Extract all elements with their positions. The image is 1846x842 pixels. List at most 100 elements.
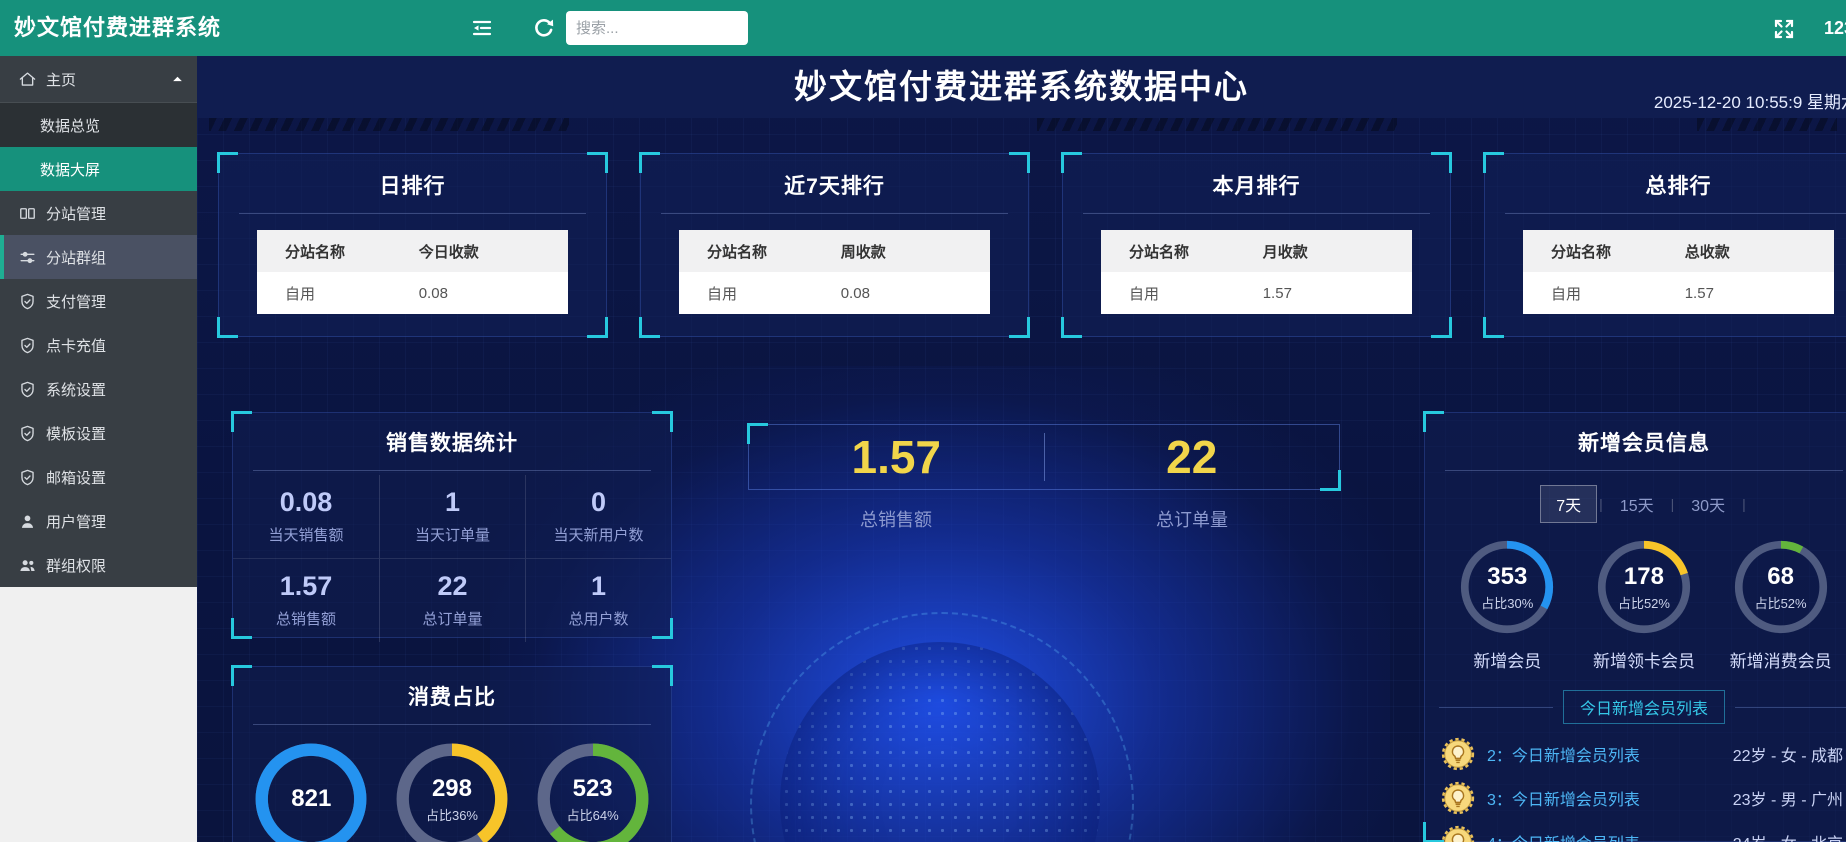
donut-ratio: 占比52% <box>1755 593 1807 612</box>
table-row: 自用0.08 <box>257 272 568 314</box>
divider <box>1445 470 1843 471</box>
member-meta: 23岁 - 男 - 广州 <box>1733 786 1846 810</box>
donut-label: 新增会员 <box>1473 647 1541 672</box>
sidebar-item-label: 主页 <box>46 69 76 90</box>
donut-ratio: 占比52% <box>1618 593 1670 612</box>
sidebar-item-home[interactable]: 主页 <box>0 56 197 103</box>
tab-30d[interactable]: 30天 <box>1676 486 1740 522</box>
member-list: 2：今日新增会员列表22岁 - 女 - 成都3：今日新增会员列表23岁 - 男 … <box>1441 732 1846 842</box>
table-row: 自用1.57 <box>1523 272 1834 314</box>
ranking-card-title: 总排行 <box>1485 170 1846 200</box>
donut-value: 68 <box>1767 563 1794 591</box>
divider <box>661 213 1008 214</box>
shield-icon <box>18 336 37 355</box>
divider <box>253 470 651 471</box>
column-header: 分站名称 <box>1523 241 1685 262</box>
sidebar-item-card-recharge[interactable]: 点卡充值 <box>0 323 197 367</box>
consume-donuts-row: 821298占比36%523占比64% <box>233 743 671 842</box>
donut-chart: 821 <box>255 743 367 842</box>
stat-cell: 22总订单量 <box>379 558 525 642</box>
app-title: 妙文馆付费进群系统 <box>14 0 221 56</box>
bulb-icon <box>1441 781 1475 815</box>
sidebar-item-label: 点卡充值 <box>46 335 106 356</box>
stat-value: 1 <box>526 571 671 602</box>
sidebar-item-payment-management[interactable]: 支付管理 <box>0 279 197 323</box>
sidebar-item-system-settings[interactable]: 系统设置 <box>0 367 197 411</box>
tab-15d[interactable]: 15天 <box>1605 486 1669 522</box>
member-list-item[interactable]: 2：今日新增会员列表22岁 - 女 - 成都 <box>1441 732 1846 776</box>
stat-label: 总用户数 <box>526 608 671 629</box>
stat-cell: 0.08当天销售额 <box>233 475 379 558</box>
fullscreen-icon[interactable] <box>1772 17 1796 41</box>
sidebar-item-email-settings[interactable]: 邮箱设置 <box>0 455 197 499</box>
table-header: 分站名称总收款 <box>1523 230 1834 272</box>
total-orders-value: 22 <box>1045 425 1340 489</box>
sidebar-item-label: 支付管理 <box>46 291 106 312</box>
ranking-card-title: 近7天排行 <box>641 170 1028 200</box>
ranking-table: 分站名称月收款自用1.57 <box>1101 230 1412 314</box>
collapse-menu-icon[interactable] <box>470 16 494 40</box>
sidebar-item-substation-groups[interactable]: 分站群组 <box>0 235 197 279</box>
cell-site-name: 自用 <box>1523 283 1685 304</box>
sales-stats-panel: 销售数据统计 0.08当天销售额1当天订单量0当天新用户数1.57总销售额22总… <box>232 412 672 638</box>
bulb-icon <box>1441 737 1475 771</box>
table-header: 分站名称今日收款 <box>257 230 568 272</box>
tab-separator: | <box>1742 496 1746 512</box>
stat-label: 总订单量 <box>380 608 525 629</box>
ranking-card-1: 近7天排行分站名称周收款自用0.08 <box>640 153 1029 337</box>
tab-separator: | <box>1671 496 1675 512</box>
column-header: 周收款 <box>841 241 990 262</box>
total-sales-label: 总销售额 <box>748 506 1044 532</box>
ranking-card-3: 总排行分站名称总收款自用1.57 <box>1484 153 1846 337</box>
chevron-up-icon[interactable] <box>171 73 184 86</box>
new-members-panel: 新增会员信息 7天|15天|30天| 353占比30%新增会员178占比52%新… <box>1424 412 1846 842</box>
globe-ring <box>750 612 1134 842</box>
member-list-item[interactable]: 4：今日新增会员列表24岁 - 女 - 北京 <box>1441 820 1846 842</box>
deco-stripes-right <box>1037 118 1397 131</box>
shield-icon <box>18 292 37 311</box>
datetime-text: 2025-12-20 10:55:9 星期六 <box>1654 88 1846 113</box>
member-text: 3：今日新增会员列表 <box>1487 786 1733 810</box>
shield-icon <box>18 424 37 443</box>
donut-value: 298 <box>432 775 472 803</box>
topbar: 妙文馆付费进群系统 123 <box>0 0 1846 56</box>
sliders-icon <box>18 248 37 267</box>
sidebar-item-data-screen[interactable]: 数据大屏 <box>0 147 197 191</box>
globe-dots <box>780 642 1100 842</box>
member-meta: 24岁 - 女 - 北京 <box>1733 830 1846 842</box>
cell-site-name: 自用 <box>1101 283 1263 304</box>
column-header: 今日收款 <box>419 241 568 262</box>
member-meta: 22岁 - 女 - 成都 <box>1733 742 1846 766</box>
donut-value: 821 <box>291 785 331 813</box>
ranking-table: 分站名称今日收款自用0.08 <box>257 230 568 314</box>
member-text: 4：今日新增会员列表 <box>1487 830 1733 842</box>
search-input[interactable] <box>566 11 748 45</box>
stat-label: 总销售额 <box>233 608 379 629</box>
member-list-header-button[interactable]: 今日新增会员列表 <box>1563 690 1725 724</box>
member-list-item[interactable]: 3：今日新增会员列表23岁 - 男 - 广州 <box>1441 776 1846 820</box>
sidebar-item-label: 用户管理 <box>46 511 106 532</box>
stat-value: 0.08 <box>233 487 379 518</box>
table-header: 分站名称周收款 <box>679 230 990 272</box>
sidebar-item-template-settings[interactable]: 模板设置 <box>0 411 197 455</box>
sidebar-item-substation-management[interactable]: 分站管理 <box>0 191 197 235</box>
divider <box>1439 707 1553 708</box>
tab-7d[interactable]: 7天 <box>1540 485 1597 523</box>
sidebar-item-label: 数据总览 <box>40 115 100 136</box>
donut-chart: 68 占比52% <box>1733 539 1829 635</box>
refresh-icon[interactable] <box>532 16 556 40</box>
sidebar-item-label: 分站管理 <box>46 203 106 224</box>
sidebar-item-group-permissions[interactable]: 群组权限 <box>0 543 197 587</box>
stat-label: 当天订单量 <box>380 524 525 545</box>
consume-ratio-panel: 消费占比 821298占比36%523占比64% <box>232 666 672 842</box>
shield-icon <box>18 380 37 399</box>
sidebar: 主页数据总览数据大屏分站管理分站群组支付管理点卡充值系统设置模板设置邮箱设置用户… <box>0 56 197 842</box>
ranking-table: 分站名称总收款自用1.57 <box>1523 230 1834 314</box>
sidebar-item-label: 系统设置 <box>46 379 106 400</box>
member-donuts-row: 353占比30%新增会员178占比52%新增领卡会员68占比52%新增消费会员 <box>1425 539 1846 672</box>
totals-box: 1.57 22 <box>748 424 1340 490</box>
sidebar-item-user-management[interactable]: 用户管理 <box>0 499 197 543</box>
sidebar-item-data-overview[interactable]: 数据总览 <box>0 103 197 147</box>
deco-stripes-far-right <box>1697 118 1837 131</box>
donut-value: 523 <box>573 775 613 803</box>
